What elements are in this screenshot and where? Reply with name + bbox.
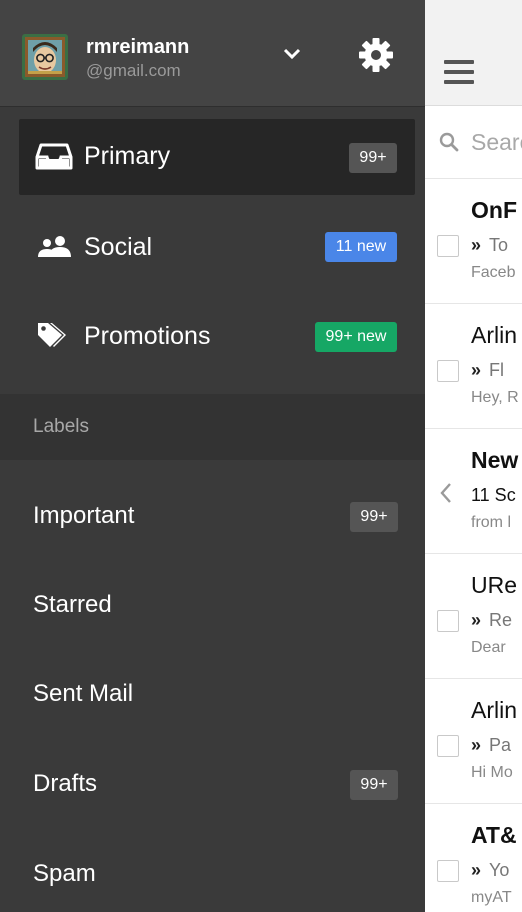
thread-chevron-icon[interactable] bbox=[439, 481, 453, 505]
label-starred[interactable]: Starred bbox=[0, 561, 425, 650]
mail-row[interactable]: Arlin » Fl Hey, R bbox=[425, 304, 522, 429]
search-bar[interactable]: Search bbox=[425, 106, 522, 179]
unread-count-badge: 99+ bbox=[350, 770, 398, 800]
gear-icon[interactable] bbox=[357, 36, 395, 74]
important-marker: » bbox=[471, 235, 482, 255]
search-icon bbox=[439, 132, 459, 152]
mail-sender: Arlin bbox=[471, 322, 518, 348]
nav-item-promotions[interactable]: Promotions 99+ new bbox=[19, 298, 415, 374]
mail-subject: » To bbox=[471, 235, 509, 255]
mail-sender: New bbox=[471, 447, 519, 473]
social-new-badge: 11 new bbox=[325, 232, 397, 262]
mail-checkbox[interactable] bbox=[437, 860, 459, 882]
mail-sender: Arlin bbox=[471, 697, 518, 723]
mail-toolbar bbox=[425, 0, 522, 106]
mail-subject: » Fl bbox=[471, 360, 505, 380]
mail-list-pane: Search OnF »To Faceb Arlin »Fl Hey, R Ne… bbox=[425, 0, 522, 912]
unread-count-badge: 99+ bbox=[349, 143, 397, 173]
nav-label-social: Social bbox=[84, 233, 153, 261]
mail-row[interactable]: New 11 Sc from l bbox=[425, 429, 522, 554]
mail-row[interactable]: Arlin » Pa Hi Mo bbox=[425, 679, 522, 804]
labels-section-header: Labels bbox=[0, 394, 425, 460]
promotions-new-badge: 99+ new bbox=[315, 322, 397, 352]
labels-heading: Labels bbox=[33, 416, 89, 437]
mail-checkbox[interactable] bbox=[437, 610, 459, 632]
nav-item-social[interactable]: Social 11 new bbox=[19, 209, 415, 285]
navigation-drawer: rmreimann @gmail.com Primary 99+ Social … bbox=[0, 0, 425, 912]
chevron-down-icon[interactable] bbox=[281, 46, 303, 62]
mail-sender: URe bbox=[471, 572, 518, 598]
mail-snippet: from l bbox=[471, 514, 511, 531]
mail-row[interactable]: AT& » Yo myAT bbox=[425, 804, 522, 912]
mail-row[interactable]: URe » Re Dear bbox=[425, 554, 522, 679]
mail-checkbox[interactable] bbox=[437, 235, 459, 257]
mail-sender: OnF bbox=[471, 197, 517, 223]
nav-label-promotions: Promotions bbox=[84, 322, 211, 350]
account-email: @gmail.com bbox=[86, 61, 181, 80]
mail-subject: » Re bbox=[471, 610, 513, 630]
label-name: Drafts bbox=[33, 770, 98, 797]
important-marker: » bbox=[471, 860, 482, 880]
inbox-icon bbox=[35, 143, 73, 170]
mail-snippet: Dear bbox=[471, 639, 506, 656]
avatar bbox=[22, 34, 68, 80]
mail-sender: AT& bbox=[471, 822, 517, 848]
important-marker: » bbox=[471, 610, 482, 630]
mail-checkbox[interactable] bbox=[437, 360, 459, 382]
mail-row[interactable]: OnF » To Faceb bbox=[425, 179, 522, 304]
label-name: Sent Mail bbox=[33, 680, 134, 707]
label-name: Starred bbox=[33, 591, 112, 618]
mail-subject: 11 Sc bbox=[471, 485, 516, 505]
label-sent-mail[interactable]: Sent Mail bbox=[0, 650, 425, 739]
mail-snippet: Hey, R bbox=[471, 389, 519, 406]
unread-count-badge: 99+ bbox=[350, 502, 398, 532]
nav-label-primary: Primary bbox=[84, 142, 171, 170]
mail-snippet: myAT bbox=[471, 889, 512, 906]
label-spam[interactable]: Spam bbox=[0, 830, 425, 912]
label-name: Spam bbox=[33, 860, 96, 887]
tag-icon bbox=[38, 323, 66, 347]
search-input[interactable]: Search bbox=[471, 129, 522, 156]
menu-icon[interactable] bbox=[444, 60, 474, 84]
mail-snippet: Faceb bbox=[471, 264, 516, 281]
important-marker: » bbox=[471, 360, 482, 380]
label-drafts[interactable]: Drafts 99+ bbox=[0, 740, 425, 829]
nav-item-primary[interactable]: Primary 99+ bbox=[19, 119, 415, 195]
label-name: Important bbox=[33, 502, 135, 529]
mail-checkbox[interactable] bbox=[437, 735, 459, 757]
important-marker: » bbox=[471, 735, 482, 755]
mail-snippet: Hi Mo bbox=[471, 764, 513, 781]
account-header[interactable]: rmreimann @gmail.com bbox=[0, 0, 425, 107]
mail-subject: » Pa bbox=[471, 735, 512, 755]
mail-subject: » Yo bbox=[471, 860, 510, 880]
label-important[interactable]: Important 99+ bbox=[0, 472, 425, 561]
account-name: rmreimann bbox=[86, 36, 190, 58]
people-icon bbox=[38, 236, 71, 257]
